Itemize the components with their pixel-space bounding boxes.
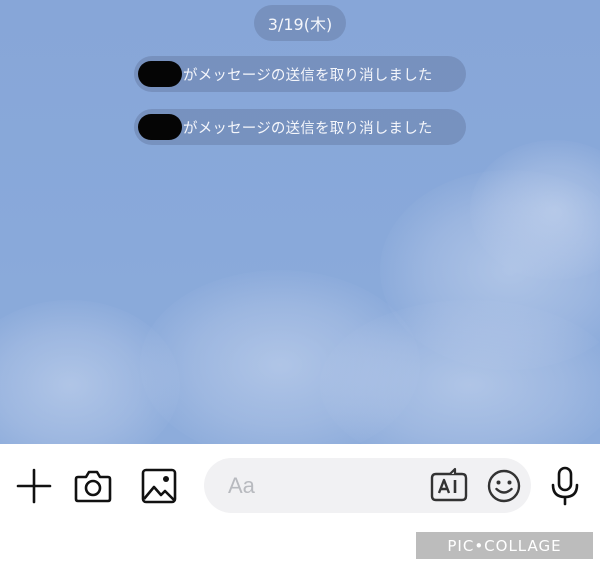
redacted-name xyxy=(138,114,182,140)
mic-icon[interactable] xyxy=(544,464,586,508)
chat-area: 3/19(木) がメッセージの送信を取り消しました がメッセージの送信を取り消し… xyxy=(0,0,600,444)
input-bar: Aa xyxy=(0,444,600,530)
system-message-text: がメッセージの送信を取り消しました xyxy=(183,67,433,84)
chat-screen: 3/19(木) がメッセージの送信を取り消しました がメッセージの送信を取り消し… xyxy=(0,0,600,571)
message-input-placeholder: Aa xyxy=(228,473,255,498)
plus-icon[interactable] xyxy=(14,466,54,506)
pic-collage-watermark: PIC•COLLAGE xyxy=(416,532,593,559)
image-icon[interactable] xyxy=(139,466,179,506)
background-cloud xyxy=(0,300,180,444)
camera-icon[interactable] xyxy=(72,466,114,506)
system-message: がメッセージの送信を取り消しました xyxy=(134,109,466,145)
system-message: がメッセージの送信を取り消しました xyxy=(134,56,466,92)
date-separator: 3/19(木) xyxy=(254,5,346,41)
redacted-name xyxy=(138,61,182,87)
system-message-text: がメッセージの送信を取り消しました xyxy=(183,120,433,137)
ai-icon[interactable] xyxy=(428,466,470,506)
emoji-icon[interactable] xyxy=(484,466,524,506)
